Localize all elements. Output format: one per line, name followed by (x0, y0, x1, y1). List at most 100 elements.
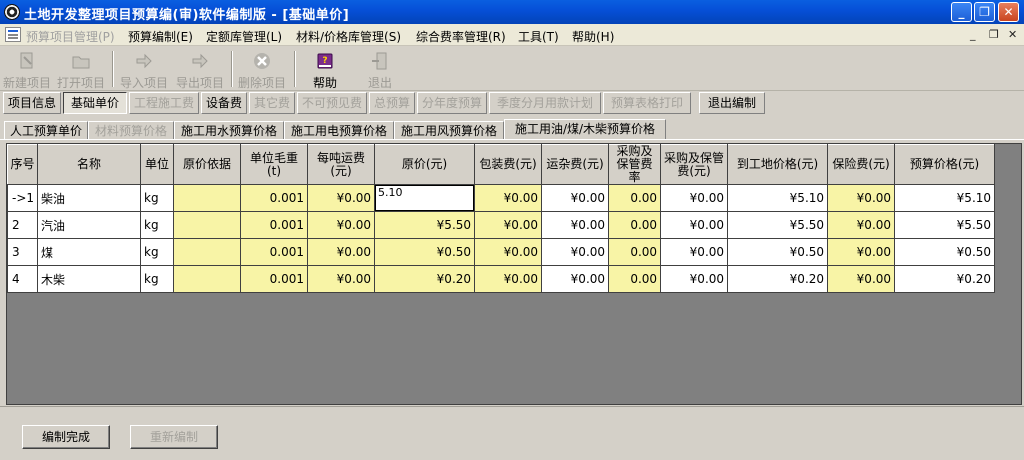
cell-unit[interactable]: kg (140, 211, 175, 239)
column-header[interactable]: 每吨运费 (元) (307, 144, 376, 185)
cell-name[interactable]: 柴油 (37, 184, 142, 212)
func-total-budget[interactable]: 总预算 (369, 92, 415, 114)
cell-price[interactable]: ¥0.20 (374, 265, 476, 293)
cell-name[interactable]: 汽油 (37, 211, 142, 239)
cell-unit[interactable]: kg (140, 265, 175, 293)
mdi-restore-button[interactable]: ❐ (989, 28, 999, 41)
func-contingency-fee[interactable]: 不可预见费 (297, 92, 367, 114)
column-header[interactable]: 采购及 保管费 率 (608, 144, 662, 185)
cell-site[interactable]: ¥5.50 (727, 211, 829, 239)
cell-misc[interactable]: ¥0.00 (541, 184, 610, 212)
cell-basis[interactable] (173, 184, 242, 212)
table-row[interactable]: ->1 柴油 kg 0.001 ¥0.00 5.10 ¥0.00 ¥0.00 0.00 ¥0.00… (7, 184, 996, 212)
cell-rate[interactable]: 0.00 (608, 238, 662, 266)
cell-freight[interactable]: ¥0.00 (307, 238, 376, 266)
new-project-button[interactable]: 新建项目 (2, 49, 52, 90)
func-annual-budget[interactable]: 分年度预算 (417, 92, 487, 114)
cell-insure[interactable]: ¥0.00 (827, 184, 896, 212)
column-header[interactable]: 原价依据 (173, 144, 242, 185)
menu-rate-management[interactable]: 综合费率管理(R) (416, 28, 506, 45)
cell-freight[interactable]: ¥0.00 (307, 211, 376, 239)
cell-weight[interactable]: 0.001 (240, 184, 309, 212)
column-header[interactable]: 序号 (7, 144, 39, 185)
cell-insure[interactable]: ¥0.00 (827, 265, 896, 293)
menu-material-price-library[interactable]: 材料/价格库管理(S) (296, 28, 401, 45)
cell-budget[interactable]: ¥0.50 (894, 238, 996, 266)
cell-name[interactable]: 木柴 (37, 265, 142, 293)
document-window-icon[interactable] (5, 27, 21, 42)
table-row[interactable]: 4 木柴 kg 0.001 ¥0.00 ¥0.20 ¥0.00 ¥0.00 0.00 ¥0.00 ¥… (7, 265, 996, 293)
menu-project-management[interactable]: 预算项目管理(P) (26, 28, 115, 45)
cell-site[interactable]: ¥0.50 (727, 238, 829, 266)
help-button[interactable]: ? 帮助 (302, 49, 348, 90)
cell-insure[interactable]: ¥0.00 (827, 211, 896, 239)
table-row[interactable]: 2 汽油 kg 0.001 ¥0.00 ¥5.50 ¥0.00 ¥0.00 0.00 ¥0.00 ¥… (7, 211, 996, 239)
func-basic-unit-price[interactable]: 基础单价 (63, 92, 127, 114)
tab-material-price[interactable]: 材料预算价格 (88, 121, 174, 140)
cell-misc[interactable]: ¥0.00 (541, 238, 610, 266)
cell-freight[interactable]: ¥0.00 (307, 265, 376, 293)
delete-project-button[interactable]: 删除项目 (236, 49, 288, 90)
minimize-button[interactable]: _ (951, 2, 972, 22)
cell-seq[interactable]: ->1 (7, 184, 39, 212)
cell-unit[interactable]: kg (140, 238, 175, 266)
column-header[interactable]: 原价(元) (374, 144, 476, 185)
cell-basis[interactable] (173, 238, 242, 266)
cell-budget[interactable]: ¥5.50 (894, 211, 996, 239)
tab-oil-coal-wood-price[interactable]: 施工用油/煤/木柴预算价格 (504, 119, 666, 140)
cell-purchase[interactable]: ¥0.00 (660, 211, 729, 239)
cell-insure[interactable]: ¥0.00 (827, 238, 896, 266)
column-header[interactable]: 运杂费(元) (541, 144, 610, 185)
open-project-button[interactable]: 打开项目 (56, 49, 106, 90)
column-header[interactable]: 保险费(元) (827, 144, 896, 185)
func-other-fee[interactable]: 其它费 (249, 92, 295, 114)
column-header[interactable]: 到工地价格(元) (727, 144, 829, 185)
column-header[interactable]: 包装费(元) (474, 144, 543, 185)
menu-budget-compile[interactable]: 预算编制(E) (128, 28, 193, 45)
column-header[interactable]: 预算价格(元) (894, 144, 996, 185)
func-construction-fee[interactable]: 工程施工费 (129, 92, 199, 114)
cell-pack[interactable]: ¥0.00 (474, 238, 543, 266)
mdi-close-button[interactable]: ✕ (1008, 28, 1017, 41)
cell-purchase[interactable]: ¥0.00 (660, 265, 729, 293)
finish-compile-button[interactable]: 编制完成 (22, 425, 110, 449)
tab-electricity-price[interactable]: 施工用电预算价格 (284, 121, 394, 140)
restore-button[interactable]: ❐ (974, 2, 995, 22)
cell-pack[interactable]: ¥0.00 (474, 265, 543, 293)
func-equipment-fee[interactable]: 设备费 (201, 92, 247, 114)
menu-help[interactable]: 帮助(H) (572, 28, 614, 45)
cell-price[interactable]: 5.10 (374, 184, 476, 212)
cell-weight[interactable]: 0.001 (240, 265, 309, 293)
cell-price[interactable]: ¥0.50 (374, 238, 476, 266)
func-project-info[interactable]: 项目信息 (3, 92, 61, 114)
cell-budget[interactable]: ¥0.20 (894, 265, 996, 293)
tab-labor-price[interactable]: 人工预算单价 (4, 121, 88, 140)
column-header[interactable]: 采购及保管 费(元) (660, 144, 729, 185)
cell-weight[interactable]: 0.001 (240, 211, 309, 239)
export-project-button[interactable]: 导出项目 (174, 49, 226, 90)
mdi-minimize-button[interactable]: _ (970, 28, 976, 41)
cell-seq[interactable]: 4 (7, 265, 39, 293)
cell-rate[interactable]: 0.00 (608, 184, 662, 212)
tab-air-price[interactable]: 施工用风预算价格 (394, 121, 504, 140)
cell-seq[interactable]: 3 (7, 238, 39, 266)
cell-freight[interactable]: ¥0.00 (307, 184, 376, 212)
func-quarterly-plan[interactable]: 季度分月用款计划 (489, 92, 601, 114)
table-row[interactable]: 3 煤 kg 0.001 ¥0.00 ¥0.50 ¥0.00 ¥0.00 0.00 ¥0.00 ¥0… (7, 238, 996, 266)
cell-rate[interactable]: 0.00 (608, 265, 662, 293)
cell-seq[interactable]: 2 (7, 211, 39, 239)
cell-weight[interactable]: 0.001 (240, 238, 309, 266)
cell-basis[interactable] (173, 265, 242, 293)
cell-site[interactable]: ¥0.20 (727, 265, 829, 293)
close-button[interactable]: ✕ (998, 2, 1019, 22)
price-edit-input[interactable]: 5.10 (375, 185, 474, 211)
column-header[interactable]: 单位毛重 (t) (240, 144, 309, 185)
app-reel-icon[interactable] (4, 4, 20, 20)
cell-pack[interactable]: ¥0.00 (474, 184, 543, 212)
cell-pack[interactable]: ¥0.00 (474, 211, 543, 239)
import-project-button[interactable]: 导入项目 (118, 49, 170, 90)
cell-misc[interactable]: ¥0.00 (541, 265, 610, 293)
menu-quota-library[interactable]: 定额库管理(L) (206, 28, 282, 45)
cell-basis[interactable] (173, 211, 242, 239)
tab-water-price[interactable]: 施工用水预算价格 (174, 121, 284, 140)
